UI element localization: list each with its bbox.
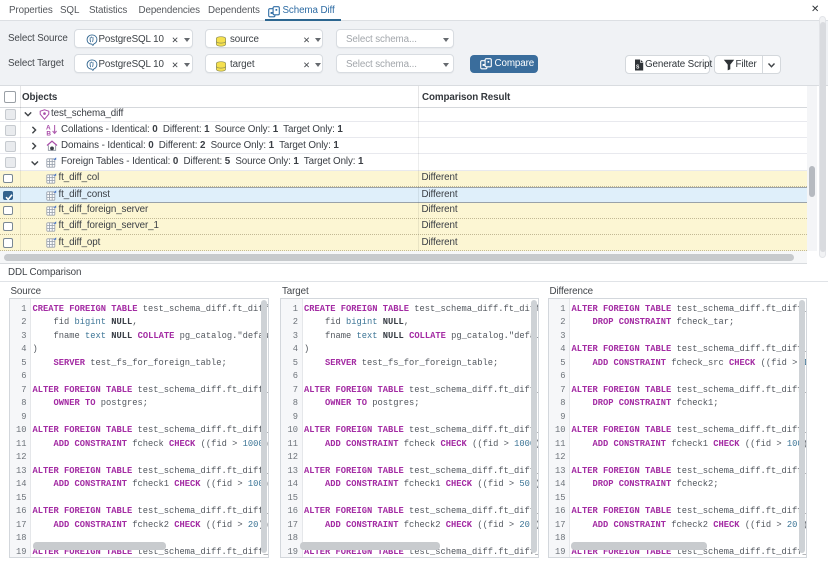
svg-text:B: B — [46, 131, 51, 137]
